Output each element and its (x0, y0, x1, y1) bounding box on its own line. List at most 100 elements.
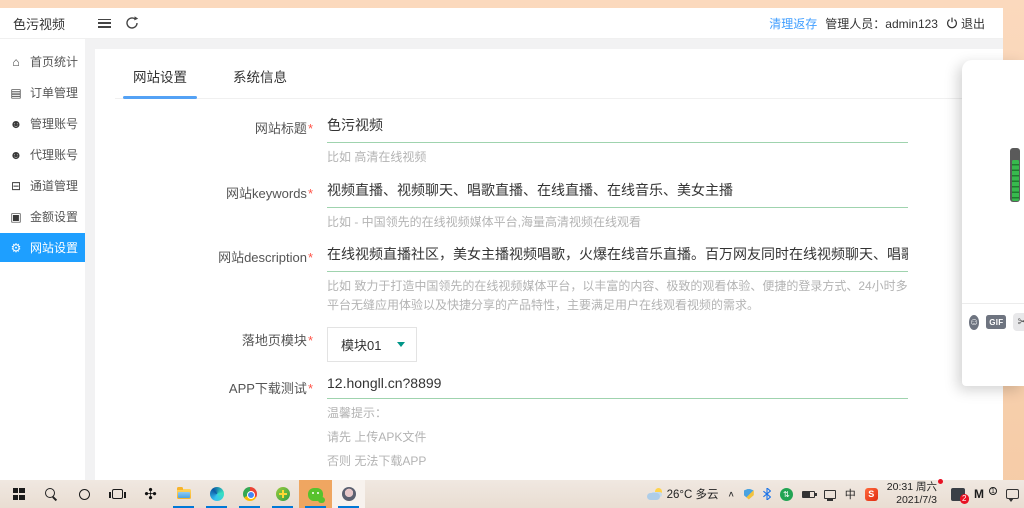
settings-card: 网站设置系统信息 网站标题*色污视频比如 高清在线视频网站keywords*视频… (95, 49, 1003, 480)
required-mark: * (308, 381, 313, 396)
app-badge-tray-icon[interactable]: 2 (951, 488, 965, 501)
battery-tray-icon[interactable] (802, 491, 815, 498)
sidebar-collapse-icon[interactable] (95, 14, 113, 32)
landing-module-select[interactable]: 模块01 (327, 327, 417, 362)
select-value: 模块01 (341, 335, 381, 354)
clock-notification-dot (938, 479, 943, 484)
field-hint: 比如 致力于打造中国领先的在线视频媒体平台，以丰富的内容、极致的观看体验、便捷的… (327, 277, 908, 314)
sidebar-item-home-stats[interactable]: ⌂首页统计 (0, 47, 85, 76)
taskbar-app-task-view[interactable] (101, 480, 134, 508)
form-row-site-title: 网站标题*色污视频比如 高清在线视频 (115, 115, 1003, 167)
sidebar-item-label: 代理账号 (30, 146, 78, 163)
windows-logo-icon (13, 488, 25, 500)
required-mark: * (308, 186, 313, 201)
tab-site-settings[interactable]: 网站设置 (131, 62, 189, 98)
taskbar-app-start[interactable] (2, 480, 35, 508)
logout-label: 退出 (961, 15, 985, 32)
app-body: ⌂首页统计 ▤ 订单管理 ☻ 管理账号 ☻代理账号⊟通道管理 ▣ 金额设置 ⚙网站设置 网站设置… (0, 39, 1003, 480)
sidebar-item-label: 金额设置 (30, 208, 78, 225)
gif-icon[interactable]: GIF (986, 315, 1006, 329)
taskbar-tray: 26°C 多云 ∧ ⇅ 中 S 20:31 周六 2021/7/3 2 (647, 480, 1024, 508)
refresh-glyph (125, 16, 139, 30)
sidebar-item-label: 管理账号 (30, 115, 78, 132)
field-hint: 比如 高清在线视频 (327, 148, 908, 167)
wechat-icon (308, 488, 323, 501)
sidebar-item-channel-mgmt[interactable]: ⊟通道管理 (0, 171, 85, 200)
taskbar-app-cortana[interactable] (68, 480, 101, 508)
chat-side-panel: ☺ GIF ✂ (962, 60, 1024, 386)
admin-user-label: 管理人员：admin123 (825, 15, 938, 32)
field-label: 落地页模块* (115, 327, 327, 362)
taskbar-apps: ✣ (0, 480, 365, 508)
sidebar-item-label: 订单管理 (30, 84, 78, 101)
field-hint: 否则 无法下载APP (327, 452, 908, 471)
im-tray-icon[interactable]: M1 (974, 487, 997, 501)
taskbar-app-green-plus-app[interactable] (266, 480, 299, 508)
display-tray-icon[interactable] (824, 490, 836, 499)
sidebar-item-admin-accounts[interactable]: ☻ 管理账号 (0, 109, 85, 138)
required-mark: * (308, 250, 313, 265)
taskbar-clock[interactable]: 20:31 周六 2021/7/3 (887, 481, 942, 507)
windows-taskbar: ✣ 26°C 多云 ∧ ⇅ 中 S 20:31 周六 2 (0, 480, 1024, 508)
form-row-app-download-test: APP下载测试*12.hongll.cn?8899 温馨提示： 请先 上传APK文件… (115, 375, 1003, 470)
site-settings-form: 网站标题*色污视频比如 高清在线视频网站keywords*视频直播、视频聊天、唱… (115, 99, 1003, 480)
orders-icon: ▤ (9, 86, 23, 100)
site-description-input[interactable]: 在线视频直播社区，美女主播视频唱歌，火爆在线音乐直播。百万网友同时在线视频聊天、… (327, 244, 908, 272)
taskbar-app-edge[interactable] (200, 480, 233, 508)
ime-indicator[interactable]: 中 (845, 486, 856, 502)
sidebar-item-amount-settings[interactable]: ▣ 金额设置 (0, 202, 85, 231)
bluetooth-glyph (763, 488, 771, 500)
field-label: 网站keywords* (115, 180, 327, 232)
field-label: 网站description* (115, 244, 327, 314)
power-icon (946, 17, 958, 29)
hamburger-icon (98, 19, 111, 28)
taskbar-app-avatar-app[interactable] (332, 480, 365, 508)
taskbar-app-file-explorer[interactable] (167, 480, 200, 508)
admin-app-window: 色污视频 清理返存 管理人员：admin123 退出 (0, 8, 1003, 480)
clear-cache-link[interactable]: 清理返存 (769, 15, 817, 32)
app-header: 色污视频 清理返存 管理人员：admin123 退出 (0, 8, 1003, 39)
chevron-down-icon (397, 342, 405, 347)
field-control: 视频直播、视频聊天、唱歌直播、在线直播、在线音乐、美女主播比如 - 中国领先的在… (327, 180, 1003, 232)
field-hint: 温馨提示： (327, 404, 908, 423)
required-mark: * (308, 333, 313, 348)
weather-icon (647, 488, 663, 500)
logout-button[interactable]: 退出 (946, 15, 985, 32)
sogou-tray-icon[interactable]: S (865, 488, 878, 501)
cortana-icon (79, 489, 90, 500)
taskbar-app-search[interactable] (35, 480, 68, 508)
tab-system-info[interactable]: 系统信息 (231, 62, 289, 98)
field-control: 在线视频直播社区，美女主播视频唱歌，火爆在线音乐直播。百万网友同时在线视频聊天、… (327, 244, 1003, 314)
scissors-icon[interactable]: ✂ (1013, 313, 1024, 331)
refresh-icon[interactable] (123, 14, 141, 32)
weather-widget[interactable]: 26°C 多云 (647, 486, 719, 502)
chrome-icon (243, 487, 257, 501)
field-hint: 请先 上传APK文件 (327, 428, 908, 447)
app-download-test-input[interactable]: 12.hongll.cn?8899 (327, 375, 908, 399)
bluetooth-icon[interactable] (763, 488, 771, 500)
field-label: APP下载测试* (115, 375, 327, 470)
sidebar-nav: ⌂首页统计 ▤ 订单管理 ☻ 管理账号 ☻代理账号⊟通道管理 ▣ 金额设置 ⚙网站设置 (0, 39, 85, 480)
sync-tray-icon[interactable]: ⇅ (780, 488, 793, 501)
hidden-icons-chevron[interactable]: ∧ (727, 490, 734, 499)
field-control: 12.hongll.cn?8899 温馨提示： 请先 上传APK文件否则 无法下载A… (327, 375, 1003, 470)
action-center-icon[interactable] (1006, 489, 1019, 499)
security-shield-icon[interactable] (744, 489, 754, 500)
search-icon (45, 488, 58, 501)
sidebar-item-order-mgmt[interactable]: ▤ 订单管理 (0, 78, 85, 107)
taskbar-app-chrome[interactable] (233, 480, 266, 508)
site-keywords-input[interactable]: 视频直播、视频聊天、唱歌直播、在线直播、在线音乐、美女主播 (327, 180, 908, 208)
edge-icon (210, 487, 224, 501)
user-gear-icon: ☻ (9, 117, 23, 131)
emoji-icon[interactable]: ☺ (969, 315, 979, 330)
sidebar-item-agent-accounts[interactable]: ☻代理账号 (0, 140, 85, 169)
required-mark: * (308, 121, 313, 136)
sidebar-item-site-settings[interactable]: ⚙网站设置 (0, 233, 85, 262)
sidebar-item-label: 通道管理 (30, 177, 78, 194)
sidebar-item-label: 首页统计 (30, 53, 78, 70)
taskbar-app-pinwheel-app[interactable]: ✣ (134, 480, 167, 508)
money-icon: ▣ (9, 210, 23, 224)
taskbar-app-wechat[interactable] (299, 480, 332, 508)
battery-indicator (1010, 148, 1020, 202)
site-title-input[interactable]: 色污视频 (327, 115, 908, 143)
